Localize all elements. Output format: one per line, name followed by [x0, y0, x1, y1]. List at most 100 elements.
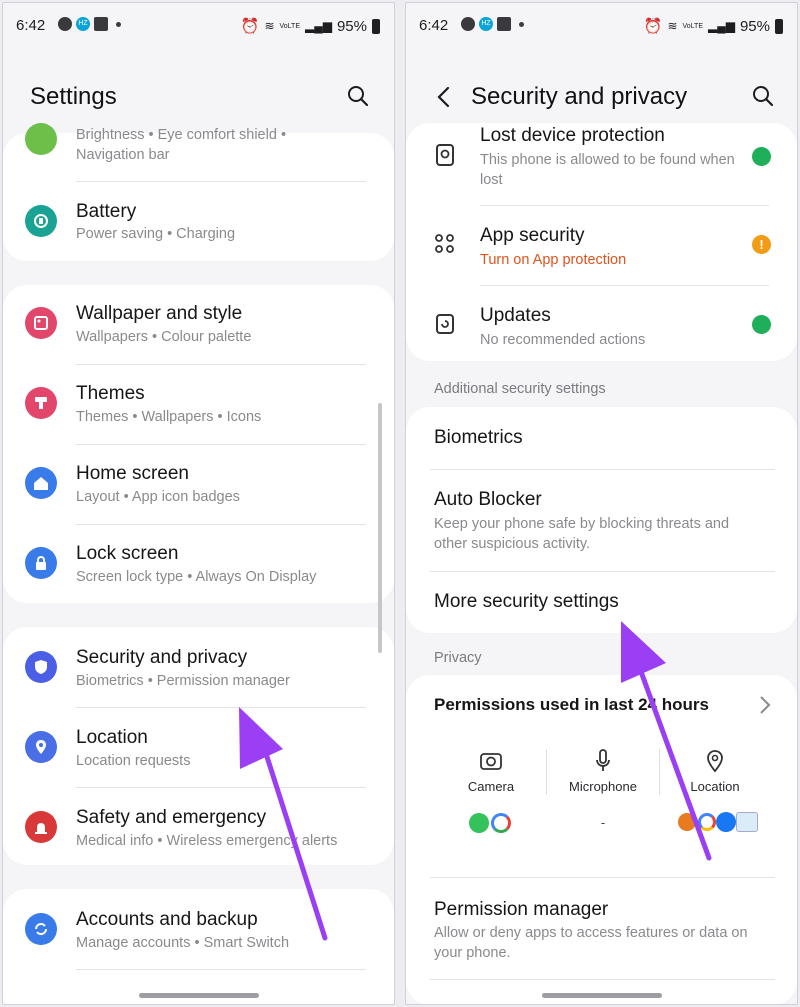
home-indicator[interactable]: [541, 993, 662, 998]
page-title: Security and privacy: [471, 83, 688, 110]
sync-icon: [25, 913, 57, 945]
wifi-icon: ≋: [667, 19, 678, 33]
chevron-right-icon: [760, 696, 771, 714]
battery-status-icon: [775, 18, 783, 34]
column-divider: [659, 749, 660, 795]
item-title: Accounts and backup: [76, 909, 258, 930]
signal-icon: ▂▄▆: [305, 19, 332, 33]
divider: [430, 979, 775, 980]
microphone-icon: [596, 749, 610, 771]
alarm-icon: ⏰: [240, 18, 260, 35]
auto-blocker-item[interactable]: Auto Blocker Keep your phone safe by blo…: [406, 469, 797, 569]
item-title: More security settings: [434, 591, 619, 612]
lost-device-protection-item[interactable]: Lost device protection This phone is all…: [406, 123, 797, 203]
settings-item-home-screen[interactable]: Home screen Layout • App icon badges: [3, 445, 394, 525]
themes-icon: [25, 387, 57, 419]
app-security-item[interactable]: App security Turn on App protection !: [406, 205, 797, 285]
settings-item-accounts-backup[interactable]: Accounts and backup Manage accounts • Sm…: [3, 889, 394, 969]
item-title: Permissions used in last 24 hours: [434, 695, 709, 714]
permission-manager-item[interactable]: Permission manager Allow or deny apps to…: [406, 879, 797, 979]
system-icons: ⏰ ≋ VoLTE ▂▄▆ 95%: [644, 17, 783, 35]
item-subtitle: Wallpapers • Colour palette: [76, 329, 252, 345]
item-title: App security: [480, 225, 585, 246]
item-title: Biometrics: [434, 427, 523, 448]
more-security-settings-item[interactable]: More security settings: [406, 571, 797, 633]
display-icon: [25, 123, 57, 155]
home-indicator[interactable]: [138, 993, 259, 998]
back-arrow-icon[interactable]: [434, 85, 454, 109]
item-subtitle-warning: Turn on App protection: [480, 252, 627, 268]
settings-item-lock-screen[interactable]: Lock screen Screen lock type • Always On…: [3, 525, 394, 603]
battery-percent: 95%: [739, 17, 770, 35]
updates-item[interactable]: Updates No recommended actions: [406, 285, 797, 361]
settings-item-location[interactable]: Location Location requests: [3, 707, 394, 787]
lock-icon: [25, 547, 57, 579]
item-subtitle: Manage accounts • Smart Switch: [76, 935, 290, 951]
settings-item-battery[interactable]: Battery Power saving • Charging: [3, 181, 394, 261]
item-subtitle: This phone is allowed to be found when l…: [480, 152, 735, 188]
warning-icon: !: [752, 235, 771, 254]
weather-app-icon: [678, 813, 696, 831]
column-divider: [546, 749, 547, 795]
signal-icon: ▂▄▆: [708, 19, 735, 33]
status-time: 6:42: [419, 17, 449, 34]
search-icon[interactable]: [752, 85, 774, 107]
item-title: Lost device protection: [480, 125, 665, 146]
shield-icon: [25, 651, 57, 683]
gallery-icon: [94, 17, 108, 31]
item-title: Safety and emergency: [76, 807, 267, 828]
biometrics-item[interactable]: Biometrics: [406, 407, 797, 469]
scrollbar[interactable]: [378, 403, 382, 653]
item-title: Updates: [480, 305, 551, 326]
location-pin-icon: [25, 731, 57, 763]
location-icon: [707, 750, 723, 773]
battery-percent: 95%: [336, 17, 367, 35]
item-subtitle: Location requests: [76, 753, 191, 769]
battery-status-icon: [372, 18, 380, 34]
check-icon: [752, 315, 771, 334]
status-bar: 6:42 HZ ⏰ ≋ VoLTE ▂▄▆ 95%: [406, 3, 797, 49]
security-card: Security and privacy Biometrics • Permis…: [3, 627, 394, 865]
emergency-icon: [25, 811, 57, 843]
section-label: Privacy: [434, 650, 482, 666]
hz-badge: HZ: [76, 17, 90, 31]
item-subtitle: Power saving • Charging: [76, 226, 236, 242]
security-privacy-screen: 6:42 HZ ⏰ ≋ VoLTE ▂▄▆ 95% Security and p…: [405, 2, 798, 1005]
item-title: Battery: [76, 201, 137, 222]
accounts-card: Accounts and backup Manage accounts • Sm…: [3, 889, 394, 1004]
item-title: Lock screen: [76, 543, 179, 564]
item-subtitle: Allow or deny apps to access features or…: [434, 925, 748, 961]
settings-item-wallpaper[interactable]: Wallpaper and style Wallpapers • Colour …: [3, 285, 394, 365]
camera-icon: [480, 753, 502, 770]
system-icons: ⏰ ≋ VoLTE ▂▄▆ 95%: [241, 17, 380, 35]
status-time: 6:42: [16, 17, 46, 34]
display-subtitle-1: Brightness • Eye comfort shield •: [76, 127, 287, 143]
item-subtitle: Biometrics • Permission manager: [76, 673, 290, 689]
settings-item-themes[interactable]: Themes Themes • Wallpapers • Icons: [3, 365, 394, 445]
home-icon: [25, 467, 57, 499]
item-title: Security and privacy: [76, 647, 248, 668]
settings-screen: 6:42 HZ ⏰ ≋ VoLTE ▂▄▆ 95% Settings Brigh…: [2, 2, 395, 1005]
item-title: Themes: [76, 383, 145, 404]
notification-icons: HZ: [461, 17, 524, 31]
settings-item-safety[interactable]: Safety and emergency Medical info • Wire…: [3, 787, 394, 865]
search-icon[interactable]: [347, 85, 369, 107]
gallery-icon: [497, 17, 511, 31]
google-app-icon: [491, 813, 511, 833]
settings-item-security-privacy[interactable]: Security and privacy Biometrics • Permis…: [3, 627, 394, 707]
battery-icon: [25, 205, 57, 237]
page-title: Settings: [30, 83, 117, 110]
permissions-used-item[interactable]: Permissions used in last 24 hours: [406, 675, 797, 735]
app-icon: [736, 812, 758, 832]
item-title: Wallpaper and style: [76, 303, 243, 324]
update-icon: [436, 314, 454, 334]
google-app-icon: [698, 813, 716, 831]
whatsapp-icon: [461, 17, 475, 31]
divider: [76, 969, 366, 970]
microphone-column-label: Microphone: [569, 779, 637, 794]
microphone-apps-empty: -: [600, 815, 606, 830]
camera-column-label: Camera: [467, 779, 515, 794]
volte-label: VoLTE: [279, 22, 301, 30]
dot-icon: [519, 21, 524, 27]
status-bar: 6:42 HZ ⏰ ≋ VoLTE ▂▄▆ 95%: [3, 3, 394, 49]
